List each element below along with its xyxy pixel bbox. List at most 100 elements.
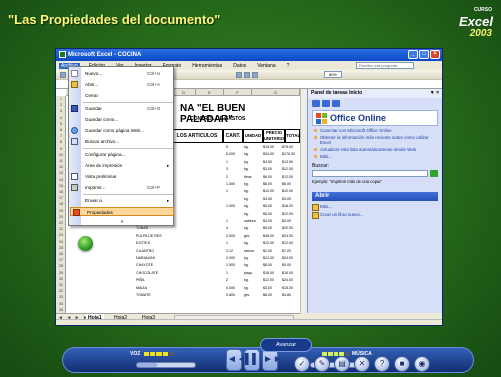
table-cell-unidad[interactable]: grs. — [244, 234, 250, 240]
table-cell-cant[interactable]: 1.000 — [226, 182, 235, 188]
table-cell-precio[interactable]: $16.00 — [263, 271, 274, 277]
help-icon[interactable]: ? — [374, 356, 390, 372]
table-cell-unidad[interactable]: kg. — [244, 152, 249, 158]
row-number[interactable]: 6 — [56, 127, 66, 133]
row-number[interactable]: 33 — [56, 294, 66, 300]
table-cell-total[interactable]: $13.50 — [282, 160, 293, 166]
close-icon[interactable]: ✕ — [354, 356, 370, 372]
notes-icon[interactable]: ✎ — [314, 356, 330, 372]
menu-item-imprimir[interactable]: Imprimir... Ctrl+P — [69, 183, 175, 192]
table-cell-cant[interactable]: 3.12 — [226, 249, 233, 255]
table-cell-unidad[interactable]: kg. — [244, 197, 249, 203]
table-cell-precio[interactable]: $5.00 — [263, 204, 272, 210]
table-cell-cant[interactable]: 1 — [226, 219, 228, 225]
table-cell-precio[interactable]: $12.00 — [263, 256, 274, 262]
table-cell-unidad[interactable]: kg. — [244, 189, 249, 195]
table-cell-item[interactable]: TUNAS — [136, 226, 148, 232]
table-cell-cant[interactable]: 2 — [226, 278, 228, 284]
table-cell-total[interactable]: $16.00 — [282, 271, 293, 277]
row-number[interactable]: 22 — [56, 226, 66, 232]
table-cell-unidad[interactable]: cabeza — [244, 219, 256, 225]
home-icon[interactable] — [332, 100, 340, 107]
link-latest-info[interactable]: Obtener la información más reciente sobr… — [314, 135, 438, 145]
table-cell-precio[interactable]: $2.00 — [263, 249, 272, 255]
search-input[interactable] — [312, 170, 428, 177]
table-cell-item[interactable]: NARANJAS — [136, 256, 155, 262]
row-number[interactable]: 17 — [56, 195, 66, 201]
menu-ayuda[interactable]: ? — [285, 63, 292, 69]
table-cell-precio[interactable]: $4.50 — [263, 160, 272, 166]
table-cell-cant[interactable]: 1 — [226, 241, 228, 247]
menu-item-enviar[interactable]: Enviar a ▸ — [69, 196, 175, 205]
row-number[interactable]: 14 — [56, 177, 66, 183]
row-number[interactable]: 16 — [56, 189, 66, 195]
menu-item-vista-preliminar[interactable]: Vista preliminar — [69, 172, 175, 181]
row-number[interactable]: 7 — [56, 133, 66, 139]
table-row[interactable]: TUNAS 4 kg. $5.00 $20.00 — [66, 226, 300, 232]
advance-button[interactable]: Avanzar — [260, 338, 312, 352]
table-cell-unidad[interactable]: kg. — [244, 286, 249, 292]
close-button[interactable]: × — [430, 50, 440, 59]
row-number[interactable]: 5 — [56, 121, 66, 127]
minimize-button[interactable]: _ — [408, 50, 418, 59]
table-cell-unidad[interactable]: kg. — [244, 212, 249, 218]
table-cell-total[interactable]: $15.00 — [282, 286, 293, 292]
table-cell-total[interactable]: $16.20 — [282, 204, 293, 210]
table-cell-unidad[interactable]: paqu. — [244, 271, 253, 277]
table-cell-unidad[interactable]: kg. — [244, 241, 249, 247]
table-row[interactable]: CHAYOTE 1.500 kg. $6.00 $9.00 — [66, 263, 300, 269]
table-cell-precio[interactable]: $48.00 — [263, 234, 274, 240]
menu-datos[interactable]: Datos — [231, 63, 248, 69]
row-number[interactable]: 21 — [56, 220, 66, 226]
office-online-banner[interactable]: Office Online — [312, 110, 438, 126]
table-cell-cant[interactable]: 0.500 — [226, 234, 235, 240]
menu-ventana[interactable]: Ventana — [255, 63, 277, 69]
row-number[interactable]: 4 — [56, 115, 66, 121]
music-volume-meter[interactable] — [322, 352, 350, 356]
table-cell-unidad[interactable]: ramos — [244, 249, 254, 255]
menu-item-guardar-como[interactable]: Guardar como... — [69, 115, 175, 124]
table-cell-total[interactable]: $12.00 — [282, 167, 293, 173]
forward-icon[interactable] — [322, 100, 330, 107]
volume-icon[interactable]: ◉ — [414, 356, 430, 372]
table-cell-item[interactable]: TOMATE — [136, 293, 151, 299]
next-button[interactable]: ►► — [262, 349, 283, 371]
table-cell-precio[interactable]: $6.00 — [263, 182, 272, 188]
pause-button[interactable]: ▌▌ — [244, 349, 260, 371]
row-number[interactable]: 20 — [56, 214, 66, 220]
link-auto-update[interactable]: Actualizar esta lista automáticamente de… — [314, 147, 438, 152]
table-row[interactable]: CILANTRO 3.12 ramos $2.00 $7.20 — [66, 249, 300, 255]
row-number[interactable]: 27 — [56, 257, 66, 263]
row-number[interactable]: 34 — [56, 301, 66, 307]
table-cell-total[interactable]: $12.00 — [282, 241, 293, 247]
table-cell-unidad[interactable]: kg. — [244, 145, 249, 151]
back-icon[interactable] — [312, 100, 320, 107]
vertical-scrollbar[interactable] — [300, 89, 307, 313]
row-number[interactable]: 35 — [56, 307, 66, 313]
row-number[interactable]: 1 — [56, 96, 66, 102]
table-cell-total[interactable]: $10.00 — [282, 189, 293, 195]
menu-item-configurar[interactable]: Configurar página... — [69, 150, 175, 159]
table-cell-item[interactable]: PULPA DE RES — [136, 234, 162, 240]
menu-item-guardar[interactable]: Guardar Ctrl+G — [69, 104, 175, 113]
task-pane-close[interactable]: ▼ × — [430, 89, 439, 98]
row-number[interactable]: 28 — [56, 263, 66, 269]
table-cell-item[interactable]: CHAYOTE — [136, 263, 153, 269]
table-cell-cant[interactable]: 0.800 — [226, 293, 235, 299]
table-cell-precio[interactable]: $12.00 — [263, 241, 274, 247]
table-cell-unidad[interactable]: kg. — [244, 204, 249, 210]
previous-button[interactable]: ◄◄ — [226, 349, 247, 371]
table-cell-total[interactable]: $170.00 — [282, 152, 295, 158]
table-cell-precio[interactable]: $10.00 — [263, 189, 274, 195]
table-cell-cant[interactable]: 2.000 — [226, 256, 235, 262]
table-cell-precio[interactable]: $3.00 — [263, 197, 272, 203]
table-cell-total[interactable]: $6.00 — [282, 182, 291, 188]
table-row[interactable]: PULPA DE RES 0.500 grs. $48.00 $24.00 — [66, 234, 300, 240]
table-cell-item[interactable]: CHOCOLATE — [136, 271, 158, 277]
row-number[interactable]: 19 — [56, 208, 66, 214]
table-cell-precio[interactable]: $3.00 — [263, 167, 272, 173]
table-cell-total[interactable]: $4.80 — [282, 293, 291, 299]
row-number[interactable]: 31 — [56, 282, 66, 288]
table-cell-total[interactable]: $75.00 — [282, 145, 293, 151]
row-number[interactable]: 12 — [56, 164, 66, 170]
